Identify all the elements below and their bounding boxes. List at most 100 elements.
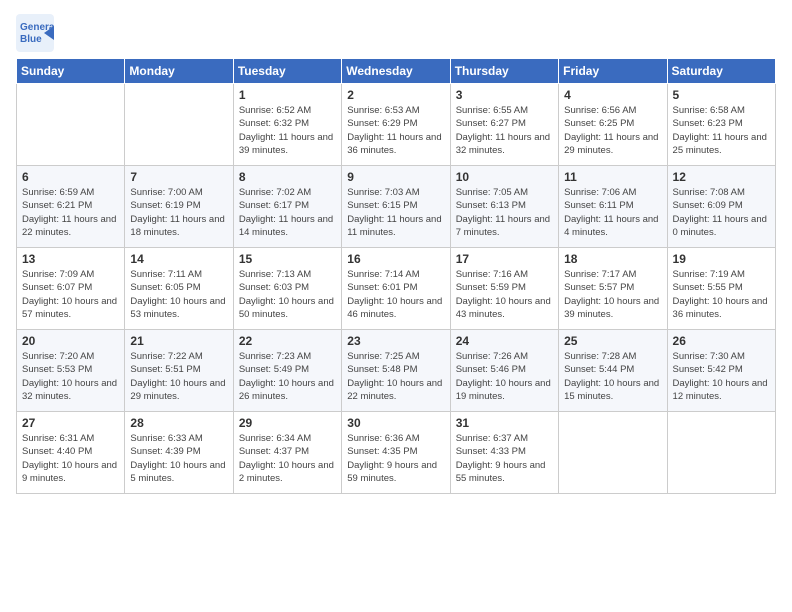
day-number: 15	[239, 252, 336, 266]
day-info: Sunrise: 6:36 AM Sunset: 4:35 PM Dayligh…	[347, 432, 444, 485]
header-row: SundayMondayTuesdayWednesdayThursdayFrid…	[17, 59, 776, 84]
header-day-sunday: Sunday	[17, 59, 125, 84]
calendar-header: SundayMondayTuesdayWednesdayThursdayFrid…	[17, 59, 776, 84]
calendar-cell: 14Sunrise: 7:11 AM Sunset: 6:05 PM Dayli…	[125, 248, 233, 330]
day-number: 20	[22, 334, 119, 348]
day-number: 23	[347, 334, 444, 348]
header-day-thursday: Thursday	[450, 59, 558, 84]
calendar-cell	[17, 84, 125, 166]
day-info: Sunrise: 7:06 AM Sunset: 6:11 PM Dayligh…	[564, 186, 661, 239]
day-info: Sunrise: 7:28 AM Sunset: 5:44 PM Dayligh…	[564, 350, 661, 403]
calendar-cell: 10 Sunrise: 7:05 AM Sunset: 6:13 PM Dayli…	[450, 166, 558, 248]
day-info: Sunrise: 6:59 AM Sunset: 6:21 PM Dayligh…	[22, 186, 119, 239]
calendar-cell: 7 Sunrise: 7:00 AM Sunset: 6:19 PM Daylig…	[125, 166, 233, 248]
calendar-cell: 1 Sunrise: 6:52 AM Sunset: 6:32 PM Daylig…	[233, 84, 341, 166]
week-row-3: 20 Sunrise: 7:20 AM Sunset: 5:53 PM Dayli…	[17, 330, 776, 412]
logo: General Blue	[16, 14, 56, 52]
calendar-cell	[125, 84, 233, 166]
calendar-cell: 16 Sunrise: 7:14 AM Sunset: 6:01 PM Dayli…	[342, 248, 450, 330]
svg-text:Blue: Blue	[20, 34, 42, 45]
header-day-monday: Monday	[125, 59, 233, 84]
day-info: Sunrise: 7:08 AM Sunset: 6:09 PM Dayligh…	[673, 186, 770, 239]
week-row-1: 6 Sunrise: 6:59 AM Sunset: 6:21 PM Daylig…	[17, 166, 776, 248]
logo-icon: General Blue	[16, 14, 54, 52]
day-info: Sunrise: 7:22 AM Sunset: 5:51 PM Dayligh…	[130, 350, 227, 403]
calendar-body: 1 Sunrise: 6:52 AM Sunset: 6:32 PM Daylig…	[17, 84, 776, 494]
header: General Blue	[16, 10, 776, 52]
header-day-saturday: Saturday	[667, 59, 775, 84]
day-number: 19	[673, 252, 770, 266]
day-number: 25	[564, 334, 661, 348]
calendar-cell: 15 Sunrise: 7:13 AM Sunset: 6:03 PM Dayli…	[233, 248, 341, 330]
calendar-cell: 13 Sunrise: 7:09 AM Sunset: 6:07 PM Dayli…	[17, 248, 125, 330]
calendar-cell: 18Sunrise: 7:17 AM Sunset: 5:57 PM Dayli…	[559, 248, 667, 330]
week-row-0: 1 Sunrise: 6:52 AM Sunset: 6:32 PM Daylig…	[17, 84, 776, 166]
day-info: Sunrise: 6:55 AM Sunset: 6:27 PM Dayligh…	[456, 104, 553, 157]
day-info: Sunrise: 6:58 AM Sunset: 6:23 PM Dayligh…	[673, 104, 770, 157]
day-number: 17	[456, 252, 553, 266]
day-number: 16	[347, 252, 444, 266]
day-number: 11	[564, 170, 661, 184]
day-number: 8	[239, 170, 336, 184]
day-number: 22	[239, 334, 336, 348]
calendar-cell: 31Sunrise: 6:37 AM Sunset: 4:33 PM Dayli…	[450, 412, 558, 494]
day-info: Sunrise: 7:19 AM Sunset: 5:55 PM Dayligh…	[673, 268, 770, 321]
day-info: Sunrise: 6:37 AM Sunset: 4:33 PM Dayligh…	[456, 432, 553, 485]
calendar-cell: 28Sunrise: 6:33 AM Sunset: 4:39 PM Dayli…	[125, 412, 233, 494]
calendar-cell: 27Sunrise: 6:31 AM Sunset: 4:40 PM Dayli…	[17, 412, 125, 494]
calendar-cell	[559, 412, 667, 494]
day-number: 1	[239, 88, 336, 102]
calendar-cell: 8Sunrise: 7:02 AM Sunset: 6:17 PM Daylig…	[233, 166, 341, 248]
header-day-tuesday: Tuesday	[233, 59, 341, 84]
calendar-cell: 30 Sunrise: 6:36 AM Sunset: 4:35 PM Dayli…	[342, 412, 450, 494]
calendar-cell: 12 Sunrise: 7:08 AM Sunset: 6:09 PM Dayli…	[667, 166, 775, 248]
calendar-cell: 17Sunrise: 7:16 AM Sunset: 5:59 PM Dayli…	[450, 248, 558, 330]
day-number: 5	[673, 88, 770, 102]
calendar-cell: 3 Sunrise: 6:55 AM Sunset: 6:27 PM Daylig…	[450, 84, 558, 166]
calendar-cell: 25 Sunrise: 7:28 AM Sunset: 5:44 PM Dayli…	[559, 330, 667, 412]
day-number: 6	[22, 170, 119, 184]
day-info: Sunrise: 7:00 AM Sunset: 6:19 PM Dayligh…	[130, 186, 227, 239]
day-number: 2	[347, 88, 444, 102]
day-info: Sunrise: 7:11 AM Sunset: 6:05 PM Dayligh…	[130, 268, 227, 321]
day-info: Sunrise: 7:05 AM Sunset: 6:13 PM Dayligh…	[456, 186, 553, 239]
day-info: Sunrise: 6:52 AM Sunset: 6:32 PM Dayligh…	[239, 104, 336, 157]
day-number: 9	[347, 170, 444, 184]
calendar-cell: 6 Sunrise: 6:59 AM Sunset: 6:21 PM Daylig…	[17, 166, 125, 248]
day-info: Sunrise: 7:25 AM Sunset: 5:48 PM Dayligh…	[347, 350, 444, 403]
day-info: Sunrise: 7:23 AM Sunset: 5:49 PM Dayligh…	[239, 350, 336, 403]
day-info: Sunrise: 7:03 AM Sunset: 6:15 PM Dayligh…	[347, 186, 444, 239]
calendar-cell: 24Sunrise: 7:26 AM Sunset: 5:46 PM Dayli…	[450, 330, 558, 412]
day-info: Sunrise: 7:30 AM Sunset: 5:42 PM Dayligh…	[673, 350, 770, 403]
day-info: Sunrise: 6:53 AM Sunset: 6:29 PM Dayligh…	[347, 104, 444, 157]
day-info: Sunrise: 6:34 AM Sunset: 4:37 PM Dayligh…	[239, 432, 336, 485]
calendar-cell	[667, 412, 775, 494]
calendar-cell: 21Sunrise: 7:22 AM Sunset: 5:51 PM Dayli…	[125, 330, 233, 412]
day-info: Sunrise: 7:13 AM Sunset: 6:03 PM Dayligh…	[239, 268, 336, 321]
logo-svg: General Blue	[16, 14, 54, 52]
day-info: Sunrise: 7:17 AM Sunset: 5:57 PM Dayligh…	[564, 268, 661, 321]
day-info: Sunrise: 7:26 AM Sunset: 5:46 PM Dayligh…	[456, 350, 553, 403]
calendar-cell: 23 Sunrise: 7:25 AM Sunset: 5:48 PM Dayli…	[342, 330, 450, 412]
header-day-wednesday: Wednesday	[342, 59, 450, 84]
day-info: Sunrise: 7:20 AM Sunset: 5:53 PM Dayligh…	[22, 350, 119, 403]
day-number: 13	[22, 252, 119, 266]
calendar-cell: 29 Sunrise: 6:34 AM Sunset: 4:37 PM Dayli…	[233, 412, 341, 494]
calendar-cell: 2 Sunrise: 6:53 AM Sunset: 6:29 PM Daylig…	[342, 84, 450, 166]
calendar-cell: 19 Sunrise: 7:19 AM Sunset: 5:55 PM Dayli…	[667, 248, 775, 330]
day-number: 30	[347, 416, 444, 430]
day-number: 12	[673, 170, 770, 184]
day-info: Sunrise: 7:09 AM Sunset: 6:07 PM Dayligh…	[22, 268, 119, 321]
week-row-2: 13 Sunrise: 7:09 AM Sunset: 6:07 PM Dayli…	[17, 248, 776, 330]
day-info: Sunrise: 6:56 AM Sunset: 6:25 PM Dayligh…	[564, 104, 661, 157]
day-info: Sunrise: 7:14 AM Sunset: 6:01 PM Dayligh…	[347, 268, 444, 321]
day-info: Sunrise: 6:33 AM Sunset: 4:39 PM Dayligh…	[130, 432, 227, 485]
calendar-cell: 26Sunrise: 7:30 AM Sunset: 5:42 PM Dayli…	[667, 330, 775, 412]
day-number: 27	[22, 416, 119, 430]
day-number: 10	[456, 170, 553, 184]
day-number: 7	[130, 170, 227, 184]
day-number: 29	[239, 416, 336, 430]
day-number: 3	[456, 88, 553, 102]
calendar-cell: 11 Sunrise: 7:06 AM Sunset: 6:11 PM Dayli…	[559, 166, 667, 248]
calendar-cell: 5 Sunrise: 6:58 AM Sunset: 6:23 PM Daylig…	[667, 84, 775, 166]
